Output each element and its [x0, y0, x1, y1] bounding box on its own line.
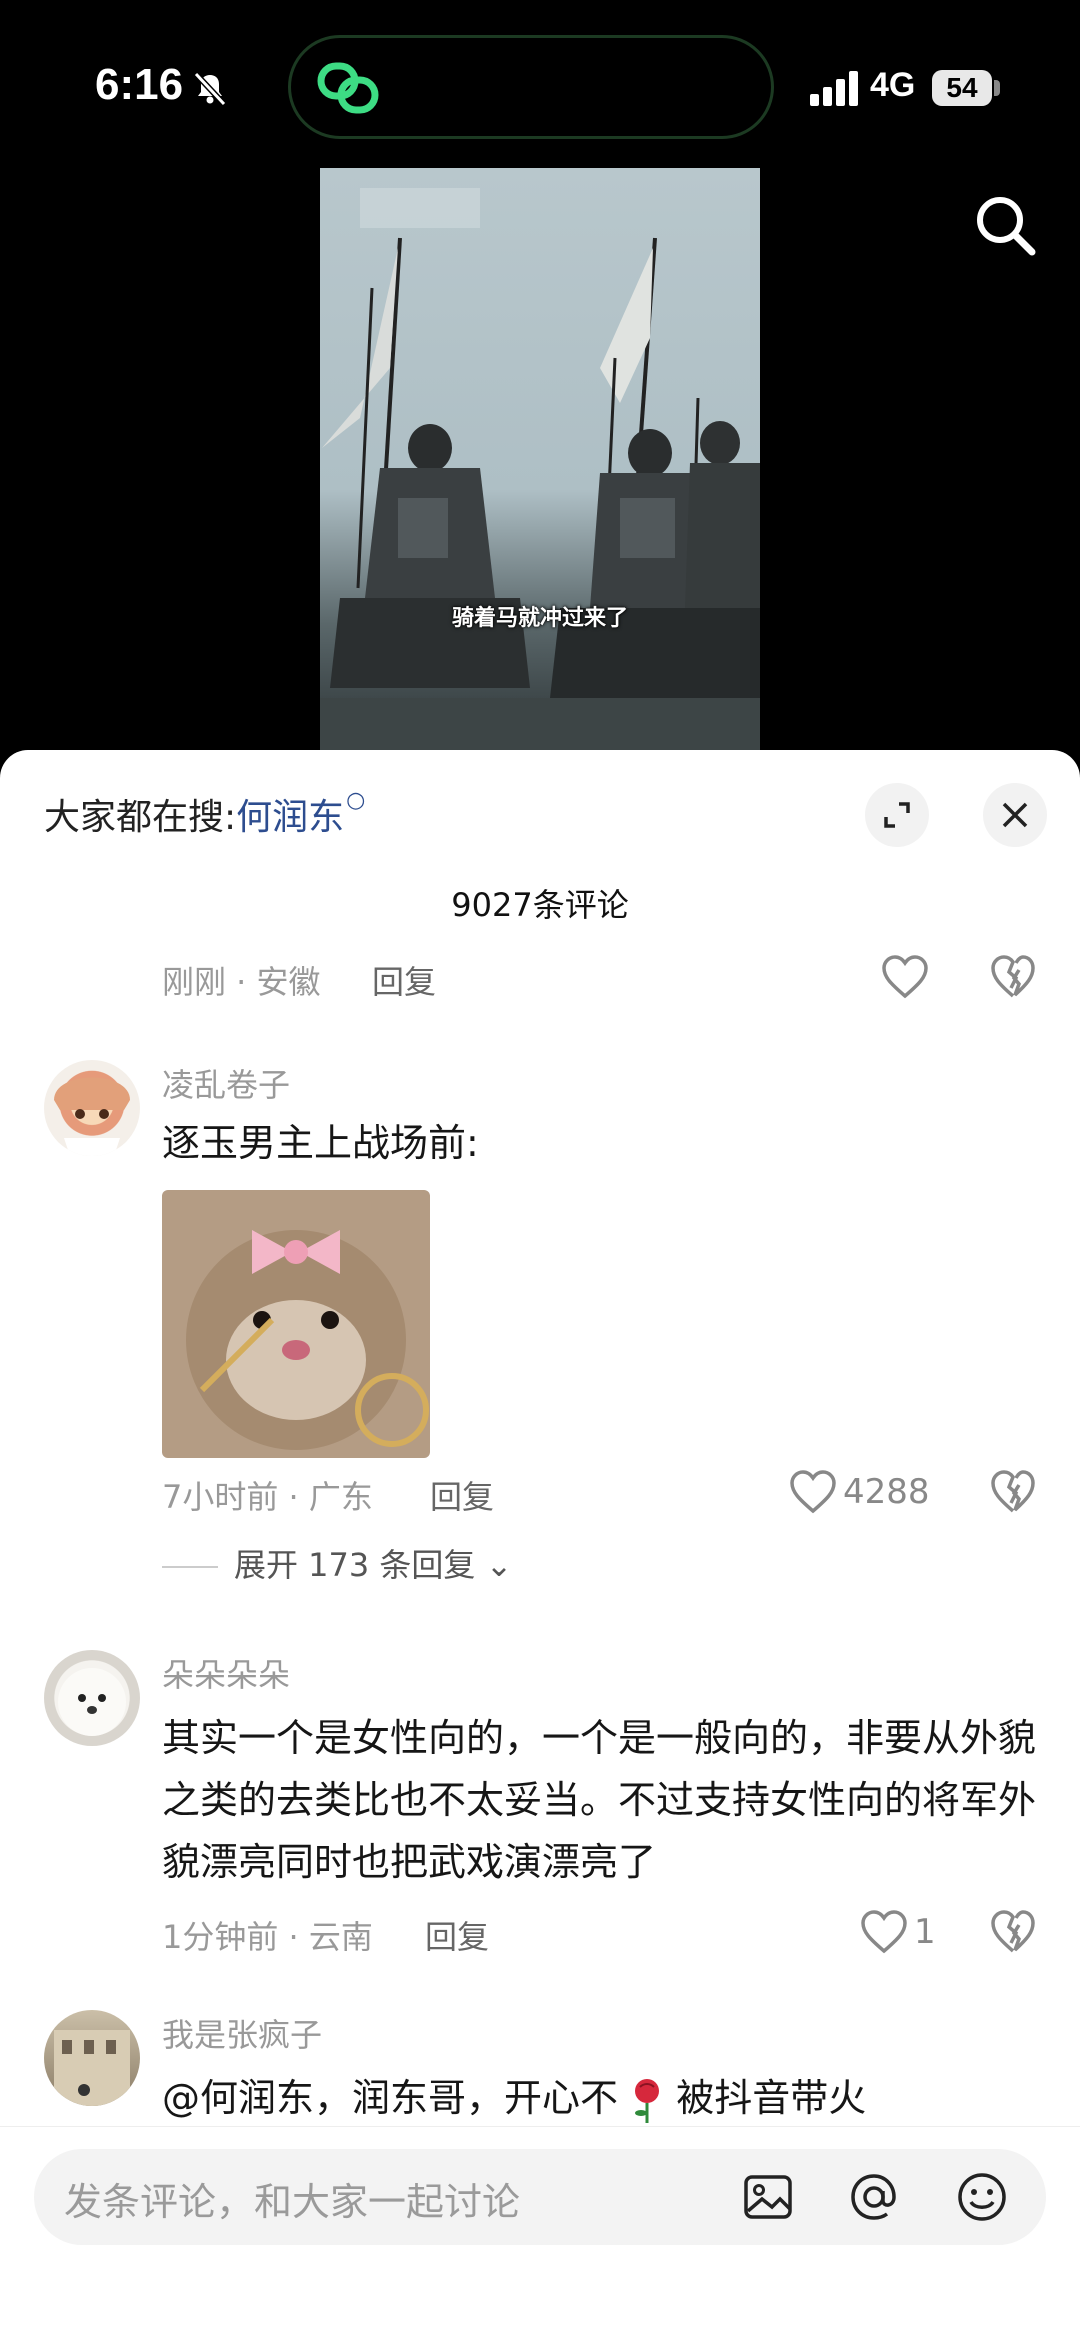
comment-input-bar: 发条评论，和大家一起讨论	[0, 2126, 1080, 2348]
like-count: 4288	[843, 1472, 930, 1512]
avatar[interactable]	[44, 1650, 140, 1746]
chevron-down-icon: ⌄	[475, 1546, 513, 1584]
video-player[interactable]: 骑着马就冲过来了	[320, 168, 760, 753]
comment-count: 9027条评论	[451, 886, 629, 924]
video-subtitle: 骑着马就冲过来了	[451, 606, 628, 631]
otter-sticker	[162, 1190, 430, 1458]
avatar-anime-girl	[54, 1077, 130, 1156]
comment-text-part: 被抖音带火	[676, 2076, 867, 2120]
avatar[interactable]	[44, 1060, 140, 1156]
status-bar: 6:16 4G 54	[0, 0, 1080, 170]
heart-icon[interactable]	[881, 954, 929, 1000]
network-type: 4G	[870, 66, 916, 104]
comment-text-part: @何润东，润东哥，开心不	[162, 2076, 619, 2120]
like-count: 1	[914, 1912, 936, 1952]
comment-input-placeholder: 发条评论，和大家一起讨论	[64, 2180, 521, 2224]
battery-cap	[994, 80, 1000, 96]
link-loop-icon	[317, 62, 379, 114]
hot-search-link[interactable]: 大家都在搜:何润东○	[44, 788, 365, 840]
comment-sticker-image[interactable]	[162, 1190, 430, 1458]
heart-icon[interactable]	[789, 1469, 837, 1515]
small-search-icon: ○	[346, 788, 366, 813]
hot-search-prefix: 大家都在搜:	[44, 797, 237, 838]
avatar-building	[54, 2030, 130, 2106]
comment-sheet: 大家都在搜:何润东○ 9027条评论 刚刚 · 安徽 回复 凌乱卷子 逐玉男主上…	[0, 750, 1080, 2348]
expand-replies-label: 展开 173 条回复	[234, 1546, 476, 1584]
comment-text: @何润东，润东哥，开心不 被抖音带火	[162, 2067, 1042, 2129]
broken-heart-icon[interactable]	[990, 954, 1036, 1000]
status-time: 6:16	[95, 60, 184, 109]
video-frame	[320, 188, 760, 753]
expand-icon	[884, 802, 910, 828]
comment-meta: 7小时前 · 广东	[162, 1478, 373, 1516]
divider-line	[162, 1566, 218, 1568]
hot-search-term[interactable]: 何润东	[236, 797, 344, 838]
dynamic-island[interactable]	[288, 35, 774, 139]
close-button[interactable]	[983, 783, 1047, 847]
reply-button[interactable]: 回复	[425, 1912, 489, 1958]
search-icon[interactable]	[970, 190, 1040, 260]
reply-button[interactable]: 回复	[430, 1472, 494, 1518]
emoji-icon[interactable]	[956, 2171, 1008, 2223]
broken-heart-icon[interactable]	[990, 1909, 1036, 1955]
expand-button[interactable]	[865, 783, 929, 847]
avatar-white-dog	[58, 1668, 126, 1736]
reply-button[interactable]: 回复	[372, 957, 436, 1003]
at-icon[interactable]	[848, 2171, 900, 2223]
comment-text: 其实一个是女性向的，一个是一般向的，非要从外貌之类的去类比也不太妥当。不过支持女…	[162, 1716, 1037, 1884]
rose-emoji-icon	[635, 2078, 660, 2123]
comment-input[interactable]: 发条评论，和大家一起讨论	[34, 2149, 1046, 2245]
comment-meta: 1分钟前 · 云南	[162, 1918, 373, 1956]
comment-username[interactable]: 凌乱卷子	[162, 1060, 290, 1106]
broken-heart-icon[interactable]	[990, 1469, 1036, 1515]
comment-username[interactable]: 朵朵朵朵	[162, 1650, 290, 1696]
comment-username[interactable]: 我是张疯子	[162, 2010, 322, 2056]
image-icon[interactable]	[742, 2171, 794, 2223]
close-icon	[1002, 802, 1028, 828]
bell-muted-icon	[193, 71, 227, 107]
battery-level: 54	[932, 70, 992, 106]
expand-replies-button[interactable]: 展开 173 条回复 ⌄	[162, 1540, 512, 1586]
comment-text: 逐玉男主上战场前:	[162, 1121, 479, 1165]
comment-meta: 刚刚 · 安徽	[162, 963, 321, 1001]
heart-icon[interactable]	[860, 1909, 908, 1955]
cellular-signal-icon	[810, 71, 858, 106]
avatar[interactable]	[44, 2010, 140, 2106]
